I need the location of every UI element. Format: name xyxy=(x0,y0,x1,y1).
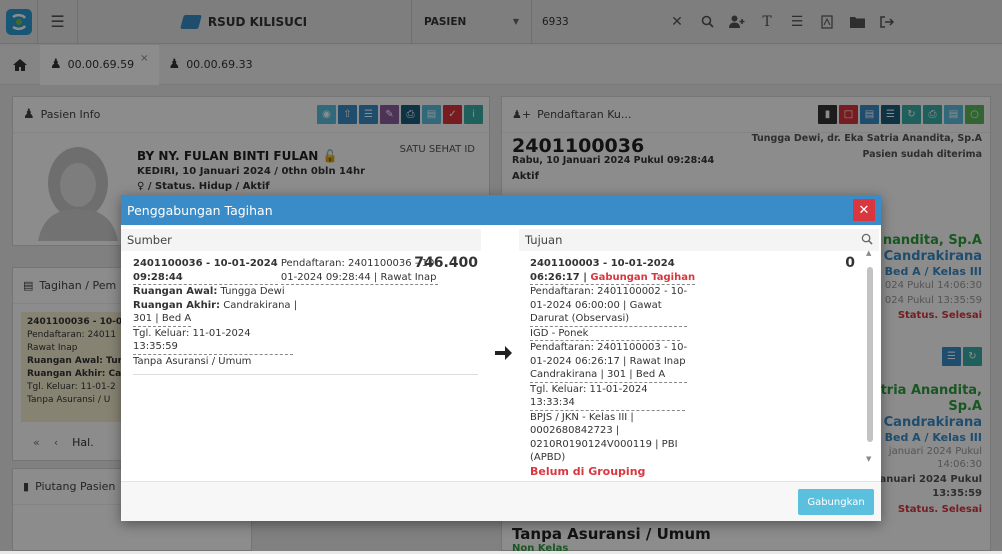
modal-close-button[interactable]: ✕ xyxy=(853,199,875,221)
source-label: Sumber xyxy=(127,233,172,247)
search-icon[interactable] xyxy=(861,233,873,248)
target-unit: IGD - Ponek xyxy=(530,327,680,341)
source-id-block: 2401100036 - 10-01-2024 09:28:44 xyxy=(133,257,278,285)
source-divider xyxy=(133,374,478,375)
target-line: (APBD) xyxy=(530,452,566,463)
modal-header: Penggabungan Tagihan xyxy=(121,195,881,225)
source-room-start: Ruangan Awal: Tungga Dewi xyxy=(133,285,478,299)
scroll-down-icon[interactable]: ▼ xyxy=(866,455,871,463)
target-scrollbar[interactable]: ▲ ▼ xyxy=(865,247,875,467)
target-amount: 0 xyxy=(845,255,855,271)
target-line: 01-2024 06:26:17 | Rawat Inap xyxy=(530,355,686,367)
modal-footer: Gabungkan xyxy=(121,481,881,521)
source-amount: 746.400 xyxy=(414,255,478,271)
scroll-up-icon[interactable]: ▲ xyxy=(866,249,871,257)
source-bed: 301 | Bed A xyxy=(133,312,192,327)
target-discharge: Tgl. Keluar: 11-01-2024 13:33:34 xyxy=(530,383,685,411)
target-id-block: 2401100003 - 10-01-2024 06:26:17 | Gabun… xyxy=(530,257,696,285)
target-line: BPJS / JKN - Kelas III | xyxy=(530,411,634,423)
source-time: 09:28:44 xyxy=(133,271,183,283)
target-line: Darurat (Observasi) xyxy=(530,313,630,324)
target-time-line: 06:26:17 | Gabungan Tagihan xyxy=(530,271,695,285)
merge-bill-modal: Penggabungan Tagihan ✕ Sumber Tujuan 746… xyxy=(121,195,881,521)
source-discharge: Tgl. Keluar: 11-01-2024 13:35:59 xyxy=(133,327,293,355)
arrow-right-icon xyxy=(493,343,513,366)
target-line: Pendaftaran: 2401100002 - 10- xyxy=(530,286,688,297)
target-time: 06:26:17 | xyxy=(530,271,587,283)
target-registration-1: Pendaftaran: 2401100002 - 10- 01-2024 06… xyxy=(530,285,688,327)
source-column-header: Sumber xyxy=(121,229,481,251)
source-room-end-key: Ruangan Akhir: xyxy=(133,299,221,311)
source-room-end-value: Candrakirana | xyxy=(223,299,298,311)
target-line: Candrakirana | 301 | Bed A xyxy=(530,369,666,380)
target-bill-card[interactable]: 0 2401100003 - 10-01-2024 06:26:17 | Gab… xyxy=(530,255,855,478)
source-room-start-key: Ruangan Awal: xyxy=(133,286,218,297)
source-line: 01-2024 09:28:44 | Rawat Inap xyxy=(280,271,437,283)
target-column-header: Tujuan xyxy=(519,229,879,251)
target-registration-2: Pendaftaran: 2401100003 - 10- 01-2024 06… xyxy=(530,341,688,383)
grouping-status: Belum di Grouping xyxy=(530,464,646,478)
target-line: 0002680842723 | xyxy=(530,425,620,436)
merge-button[interactable]: Gabungkan xyxy=(798,489,874,515)
target-line: 0210R0190124V000119 | PBI xyxy=(530,438,678,450)
source-bill-card[interactable]: 746.400 2401100036 - 10-01-2024 09:28:44… xyxy=(133,255,478,375)
source-room-end: Ruangan Akhir: Candrakirana | xyxy=(133,299,478,313)
merged-tag: Gabungan Tagihan xyxy=(590,271,696,283)
modal-title: Penggabungan Tagihan xyxy=(127,202,273,218)
source-id: 2401100036 - 10-01-2024 xyxy=(133,258,278,269)
target-id: 2401100003 - 10-01-2024 xyxy=(530,258,675,269)
source-room-start-value: Tungga Dewi xyxy=(220,286,285,297)
target-line: Pendaftaran: 2401100003 - 10- xyxy=(530,342,688,353)
target-label: Tujuan xyxy=(525,233,563,247)
target-line: 01-2024 06:00:00 | Gawat xyxy=(530,299,662,311)
source-payer: Tanpa Asuransi / Umum xyxy=(133,355,252,367)
scroll-thumb[interactable] xyxy=(867,267,873,442)
